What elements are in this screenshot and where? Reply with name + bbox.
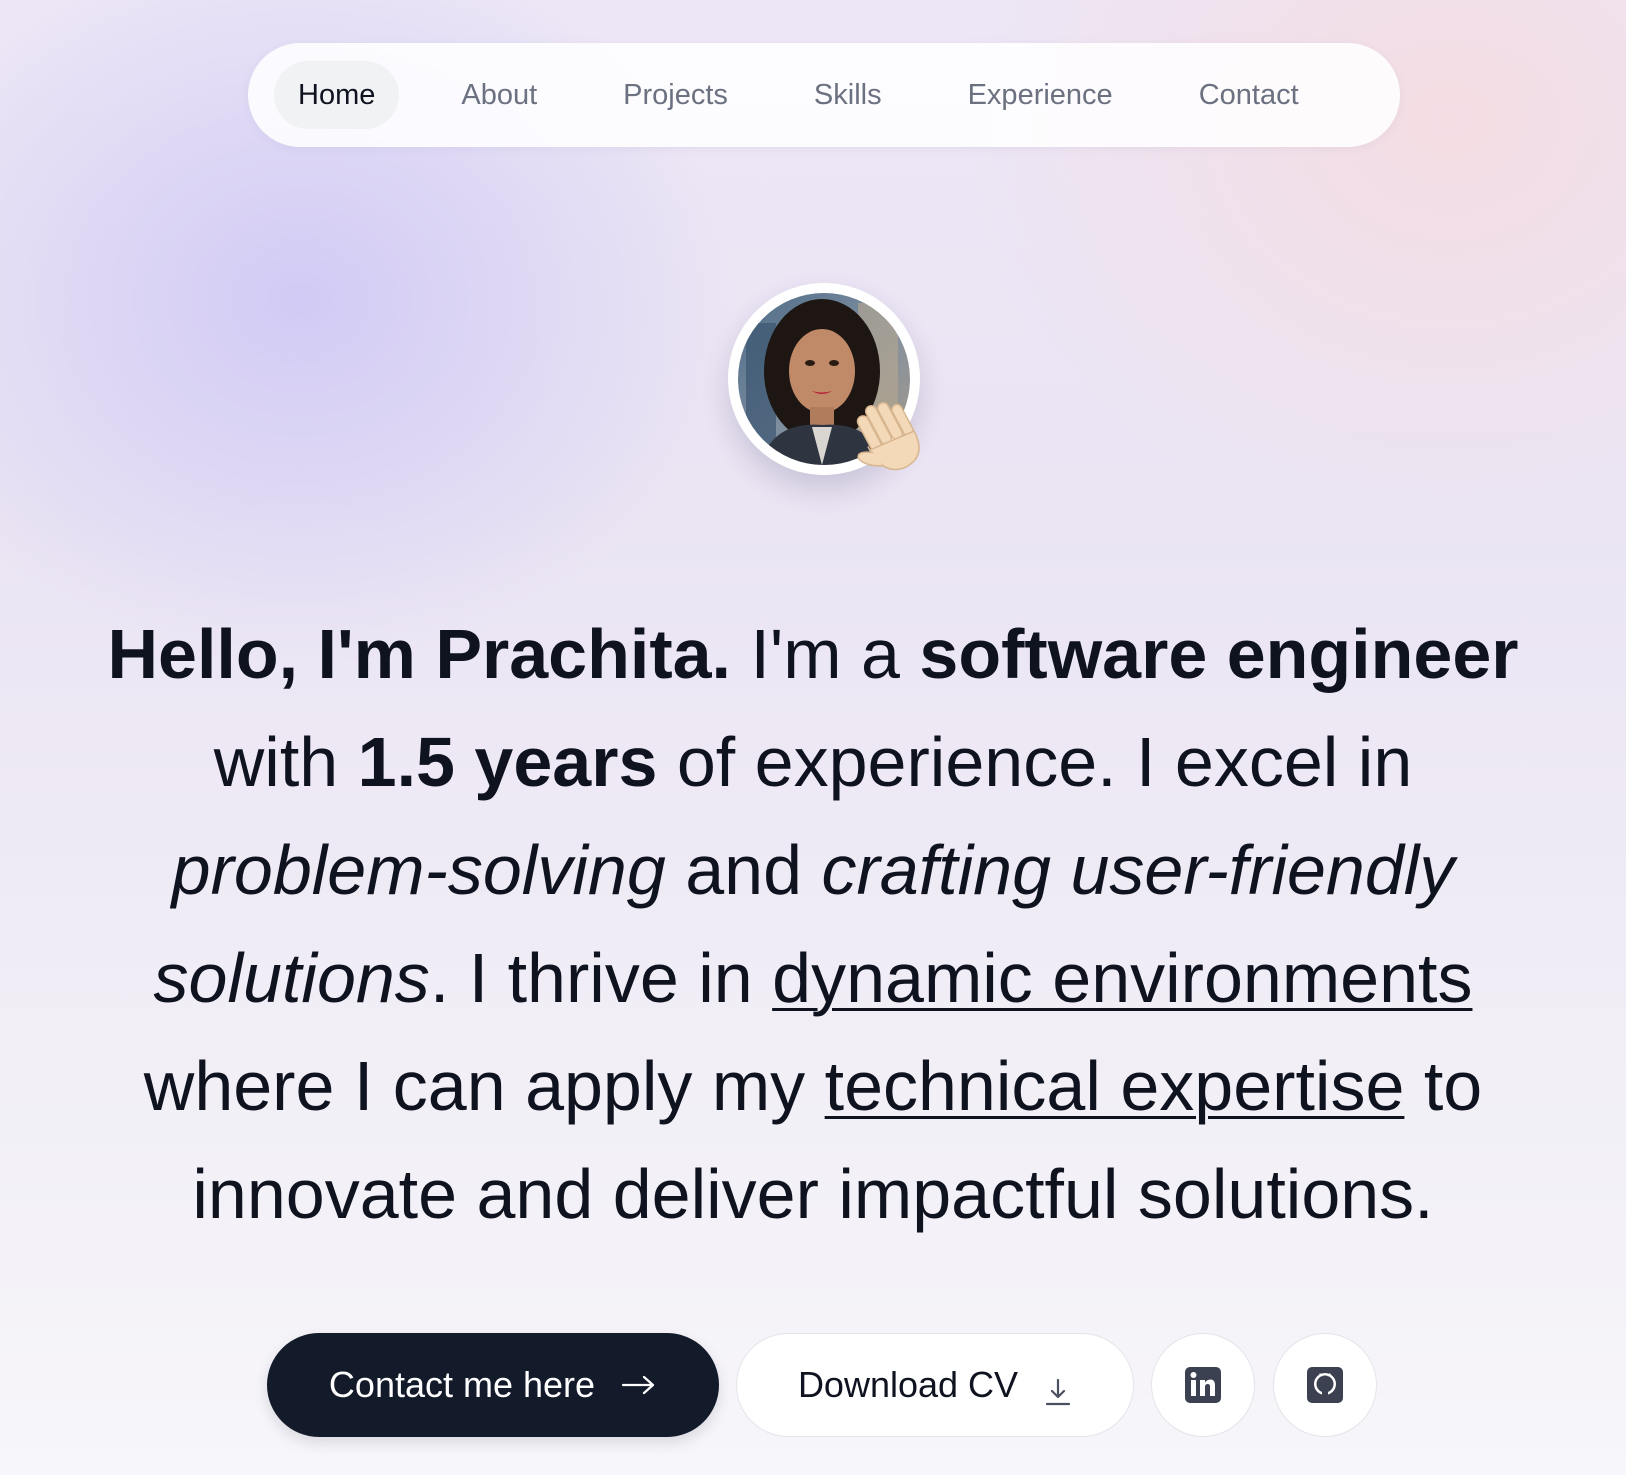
nav-item-home[interactable]: Home (274, 61, 400, 129)
hero-highlight-technical-expertise: technical expertise (824, 1047, 1405, 1125)
hero-intro-text: Hello, I'm Prachita. I'm a software engi… (70, 600, 1556, 1248)
hero-greeting: Hello, I'm Prachita. (107, 615, 732, 693)
hero-text: with (213, 723, 358, 801)
contact-me-label: Contact me here (328, 1364, 596, 1405)
hero-text: of experience. I excel in (657, 723, 1413, 801)
linkedin-icon (1185, 1367, 1221, 1403)
hero-actions: Contact me here Download CV (267, 1333, 1377, 1437)
hero-skill-problem-solving: problem-solving (171, 831, 666, 909)
waving-hand-icon (856, 402, 920, 471)
hero-text: where I can apply my (143, 1047, 825, 1125)
download-cv-label: Download CV (797, 1364, 1019, 1405)
github-icon (1307, 1367, 1343, 1403)
nav-item-experience[interactable]: Experience (944, 61, 1137, 129)
nav-item-skills[interactable]: Skills (790, 61, 906, 129)
hero-text: I'm a (731, 615, 920, 693)
download-cv-button[interactable]: Download CV (736, 1333, 1134, 1437)
github-button[interactable] (1273, 1333, 1377, 1437)
hero-text: and (665, 831, 822, 909)
top-navigation: Home About Projects Skills Experience Co… (248, 43, 1400, 147)
nav-item-contact[interactable]: Contact (1175, 61, 1323, 129)
nav-item-projects[interactable]: Projects (599, 61, 752, 129)
contact-me-button[interactable]: Contact me here (267, 1333, 719, 1437)
arrow-right-icon (621, 1374, 657, 1396)
hero-role: software engineer (919, 615, 1519, 693)
linkedin-button[interactable] (1151, 1333, 1255, 1437)
download-icon (1044, 1377, 1072, 1407)
profile-avatar (728, 283, 920, 475)
hero-highlight-dynamic-environments: dynamic environments (772, 939, 1473, 1017)
hero-text: . I thrive in (429, 939, 773, 1017)
hero-years: 1.5 years (357, 723, 658, 801)
nav-item-about[interactable]: About (437, 61, 561, 129)
